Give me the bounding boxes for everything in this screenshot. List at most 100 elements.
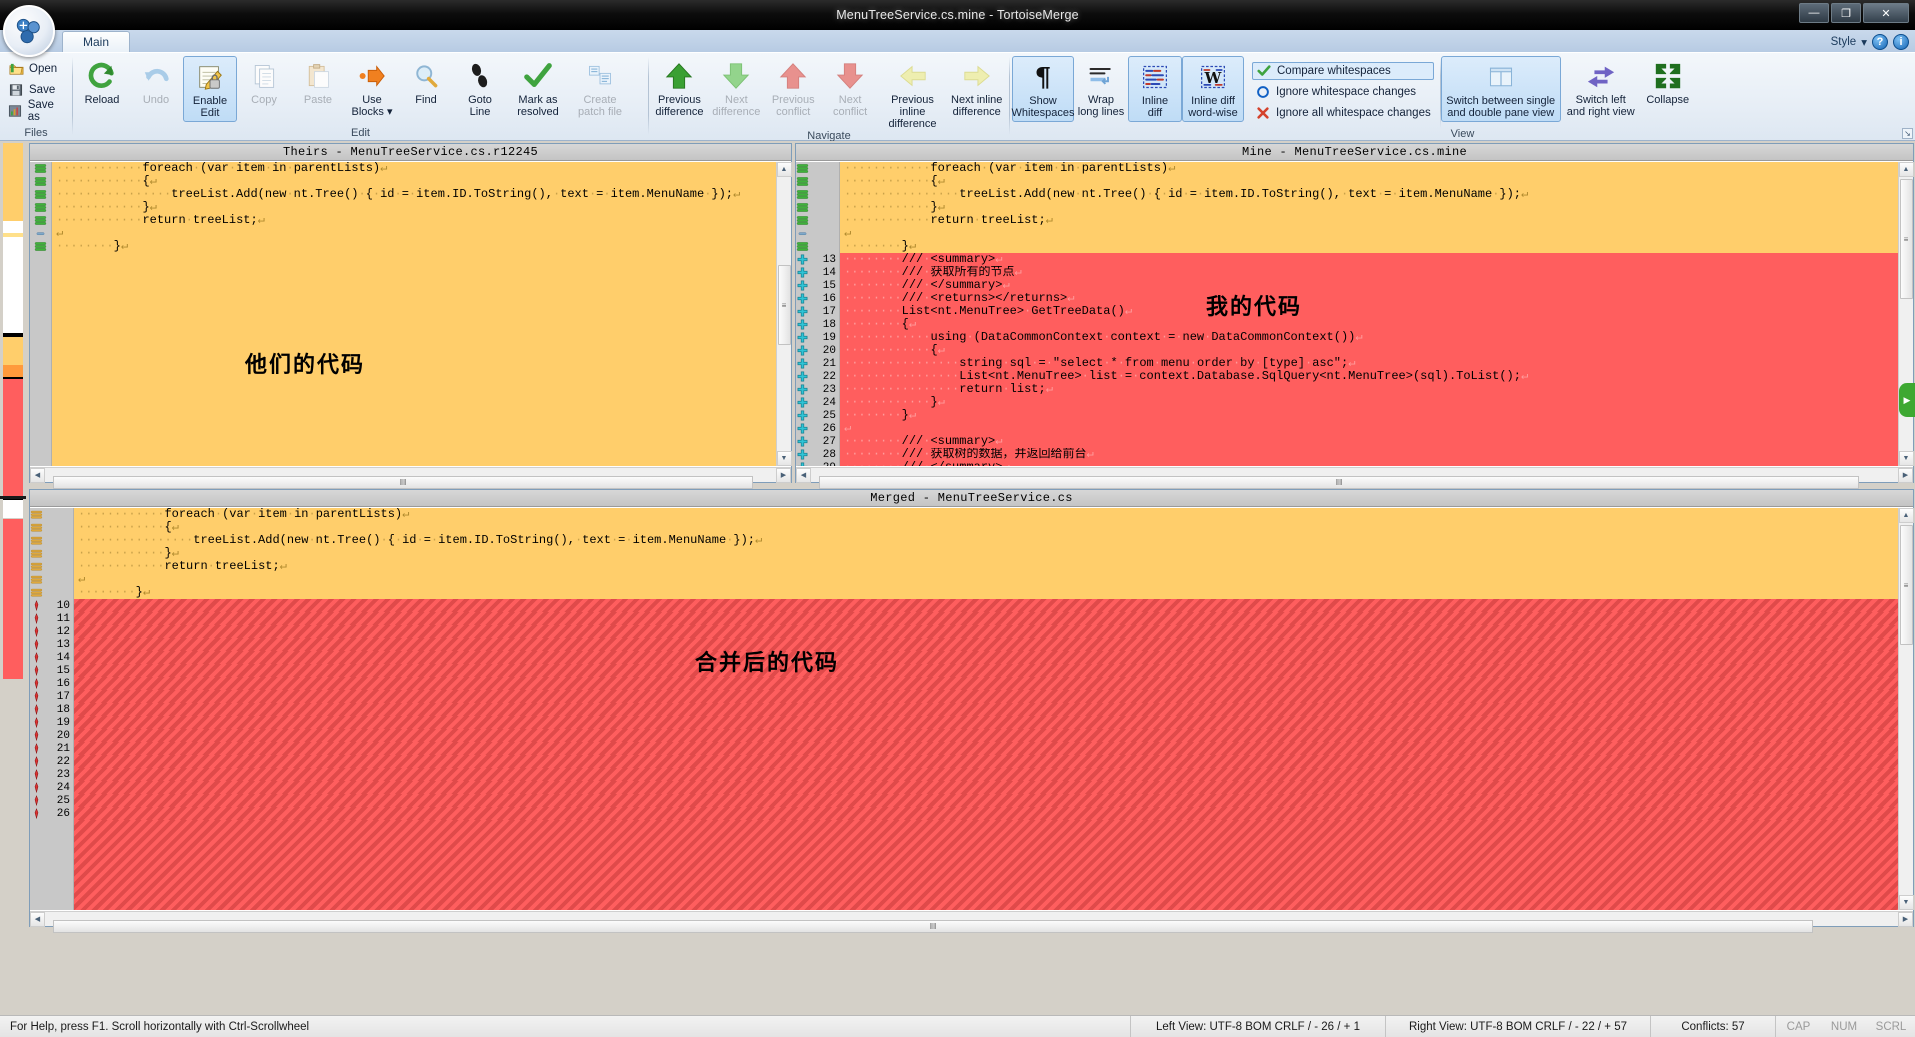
code-line[interactable]: ········}↵ bbox=[796, 240, 1913, 253]
line-marker-icon[interactable] bbox=[796, 449, 809, 460]
line-number-gutter[interactable]: 14 bbox=[796, 266, 840, 279]
code-line[interactable]: ········}↵ bbox=[30, 586, 1913, 599]
line-number-gutter[interactable]: 10 bbox=[30, 599, 74, 612]
line-number-gutter[interactable] bbox=[796, 201, 840, 214]
scroll-thumb[interactable]: ≡ bbox=[777, 265, 791, 345]
line-marker-icon[interactable] bbox=[30, 510, 43, 519]
line-marker-icon[interactable] bbox=[796, 384, 809, 395]
line-marker-gutter[interactable] bbox=[30, 201, 52, 214]
code-line[interactable]: 26 bbox=[30, 807, 1913, 820]
scroll-right-button[interactable]: ▶ bbox=[1898, 467, 1913, 483]
code-line[interactable]: ········}↵ bbox=[30, 240, 791, 253]
show-whitespaces-button[interactable]: ¶ Show Whitespaces bbox=[1012, 56, 1075, 122]
code-line[interactable]: 18 ········{↵ bbox=[796, 318, 1913, 331]
scroll-left-button[interactable]: ◀ bbox=[796, 467, 811, 483]
line-marker-icon[interactable] bbox=[796, 203, 809, 212]
line-number-gutter[interactable]: 29 bbox=[796, 461, 840, 466]
line-number-gutter[interactable]: 25 bbox=[30, 794, 74, 807]
code-line[interactable]: 22 bbox=[30, 755, 1913, 768]
code-line[interactable]: ↵ bbox=[796, 227, 1913, 240]
line-marker-icon[interactable] bbox=[30, 730, 43, 741]
code-line[interactable]: 21 bbox=[30, 742, 1913, 755]
save-button[interactable]: Save bbox=[8, 81, 66, 99]
code-line[interactable]: 13 bbox=[30, 638, 1913, 651]
copy-button[interactable]: Copy bbox=[237, 56, 291, 122]
line-number-gutter[interactable] bbox=[796, 227, 840, 240]
scroll-left-button[interactable]: ◀ bbox=[30, 467, 45, 483]
code-line[interactable]: ↵ bbox=[30, 227, 791, 240]
ignore-all-whitespace-changes-option[interactable]: Ignore all whitespace changes bbox=[1252, 104, 1434, 122]
code-line[interactable]: 25 bbox=[30, 794, 1913, 807]
create-patch-file-button[interactable]: Create patch file bbox=[569, 56, 631, 122]
next-conflict-button[interactable]: Next conflict bbox=[822, 56, 879, 122]
code-line[interactable]: 25 ········}↵ bbox=[796, 409, 1913, 422]
switch-left-right-view-button[interactable]: Switch left and right view bbox=[1561, 56, 1641, 122]
line-number-gutter[interactable]: 24 bbox=[30, 781, 74, 794]
pane-merged-body[interactable]: ············foreach·(var·item·in·parentL… bbox=[30, 508, 1913, 910]
line-marker-icon[interactable] bbox=[796, 423, 809, 434]
line-marker-icon[interactable] bbox=[30, 795, 43, 806]
line-number-gutter[interactable] bbox=[796, 175, 840, 188]
code-line[interactable]: 24 bbox=[30, 781, 1913, 794]
line-marker-gutter[interactable] bbox=[30, 188, 52, 201]
line-number-gutter[interactable]: 27 bbox=[796, 435, 840, 448]
code-line[interactable]: 23 bbox=[30, 768, 1913, 781]
code-line[interactable]: 14 bbox=[30, 651, 1913, 664]
line-number-gutter[interactable]: 11 bbox=[30, 612, 74, 625]
line-marker-icon[interactable] bbox=[30, 588, 43, 597]
line-marker-icon[interactable] bbox=[30, 808, 43, 819]
line-number-gutter[interactable]: 19 bbox=[796, 331, 840, 344]
line-number-gutter[interactable]: 16 bbox=[796, 292, 840, 305]
inline-diff-word-wise-button[interactable]: W Inline diff word-wise bbox=[1182, 56, 1244, 122]
line-marker-icon[interactable] bbox=[796, 410, 809, 421]
line-number-gutter[interactable]: 15 bbox=[30, 664, 74, 677]
scroll-up-button[interactable]: ▲ bbox=[776, 162, 792, 177]
line-number-gutter[interactable] bbox=[796, 240, 840, 253]
line-number-gutter[interactable] bbox=[30, 560, 74, 573]
merged-horizontal-scrollbar[interactable]: ◀ ‖‖ ▶ bbox=[30, 911, 1913, 933]
line-marker-icon[interactable] bbox=[796, 293, 809, 304]
scroll-down-button[interactable]: ▼ bbox=[1898, 451, 1914, 466]
line-marker-icon[interactable] bbox=[796, 306, 809, 317]
code-line[interactable]: 12 bbox=[30, 625, 1913, 638]
line-marker-icon[interactable] bbox=[796, 164, 809, 173]
code-line[interactable]: ············foreach·(var·item·in·parentL… bbox=[30, 162, 791, 175]
merged-code-area[interactable]: ············foreach·(var·item·in·parentL… bbox=[30, 508, 1913, 910]
line-marker-icon[interactable] bbox=[796, 229, 809, 238]
line-marker-icon[interactable] bbox=[796, 358, 809, 369]
merged-vertical-scrollbar[interactable]: ▲ ≡ ▼ bbox=[1898, 508, 1914, 910]
line-number-gutter[interactable] bbox=[796, 188, 840, 201]
previous-inline-difference-button[interactable]: Previous inline difference bbox=[879, 56, 947, 130]
scroll-down-button[interactable]: ▼ bbox=[1898, 895, 1914, 910]
line-number-gutter[interactable]: 21 bbox=[796, 357, 840, 370]
theirs-hscroll-thumb[interactable]: ‖‖ bbox=[53, 476, 753, 489]
code-line[interactable]: 19 ············using·(DataCommonContext·c… bbox=[796, 331, 1913, 344]
chevron-down-icon[interactable]: ▾ bbox=[1861, 35, 1867, 49]
line-marker-icon[interactable] bbox=[30, 756, 43, 767]
code-line[interactable]: ↵ bbox=[30, 573, 1913, 586]
tab-main[interactable]: Main bbox=[62, 31, 131, 52]
view-dialog-launcher[interactable]: ↘ bbox=[1902, 128, 1913, 139]
line-marker-icon[interactable] bbox=[796, 345, 809, 356]
line-marker-icon[interactable] bbox=[796, 242, 809, 251]
scroll-right-button[interactable]: ▶ bbox=[776, 467, 791, 483]
code-line[interactable]: 19 bbox=[30, 716, 1913, 729]
line-marker-icon[interactable] bbox=[796, 332, 809, 343]
theirs-horizontal-scrollbar[interactable]: ◀ ‖‖ ▶ bbox=[30, 467, 791, 489]
line-marker-icon[interactable] bbox=[796, 397, 809, 408]
previous-conflict-button[interactable]: Previous conflict bbox=[765, 56, 822, 122]
line-marker-icon[interactable] bbox=[30, 523, 43, 532]
code-line[interactable]: 22 ················List<nt.MenuTree>·list… bbox=[796, 370, 1913, 383]
mark-as-resolved-button[interactable]: Mark as resolved bbox=[507, 56, 569, 122]
undo-button[interactable]: Undo bbox=[129, 56, 183, 122]
ignore-whitespace-changes-option[interactable]: Ignore whitespace changes bbox=[1252, 83, 1434, 101]
line-marker-icon[interactable] bbox=[796, 254, 809, 265]
minimize-button[interactable]: — bbox=[1799, 3, 1829, 23]
close-button[interactable]: ✕ bbox=[1863, 3, 1909, 23]
line-number-gutter[interactable] bbox=[30, 586, 74, 599]
theirs-vertical-scrollbar[interactable]: ▲ ≡ ▼ bbox=[776, 162, 792, 466]
theirs-code-area[interactable]: ············foreach·(var·item·in·parentL… bbox=[30, 162, 791, 466]
line-marker-icon[interactable] bbox=[796, 177, 809, 186]
mine-hscroll-thumb[interactable]: ‖‖ bbox=[819, 476, 1859, 489]
code-line[interactable]: ············return·treeList;↵ bbox=[30, 214, 791, 227]
